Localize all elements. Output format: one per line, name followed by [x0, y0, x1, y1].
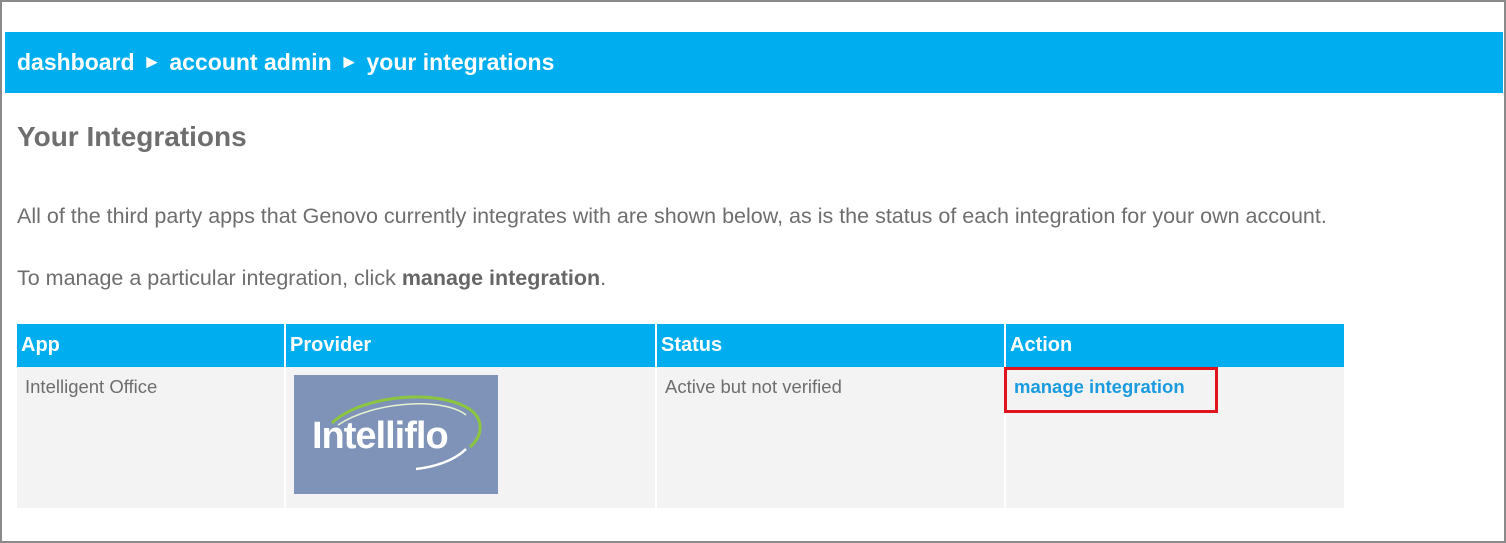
page-title: Your Integrations — [17, 121, 247, 152]
breadcrumb-dashboard[interactable]: dashboard — [17, 49, 135, 76]
header-status: Status — [656, 324, 1006, 367]
cell-app: Intelligent Office — [17, 367, 286, 508]
breadcrumb-account-admin[interactable]: account admin — [169, 49, 331, 76]
table-header-row: App Provider Status Action — [17, 324, 1344, 367]
breadcrumb-your-integrations: your integrations — [366, 49, 555, 75]
integrations-table: App Provider Status Action Intelligent O… — [17, 324, 1344, 508]
instruction-text: To manage a particular integration, clic… — [17, 266, 606, 291]
instruction-suffix: . — [600, 266, 607, 290]
triangle-right-icon: ► — [339, 52, 359, 73]
intro-text: All of the third party apps that Genovo … — [17, 204, 1327, 228]
header-provider: Provider — [285, 324, 657, 367]
cell-status: Active but not verified — [656, 367, 1006, 508]
table-row: Intelligent Office Intelliflo Active but… — [17, 367, 1344, 508]
logo-text: Intelliflo — [312, 415, 449, 457]
instruction-bold: manage integration — [401, 266, 601, 290]
header-action: Action — [1005, 324, 1344, 367]
screenshot-frame: dashboard ► account admin ► your integra… — [0, 0, 1506, 543]
manage-integration-link[interactable]: manage integration — [1014, 376, 1185, 398]
breadcrumb: dashboard ► account admin ► your integra… — [5, 32, 1503, 93]
cell-provider: Intelliflo — [285, 367, 657, 508]
instruction-prefix: To manage a particular integration, clic… — [17, 266, 402, 290]
triangle-right-icon: ► — [142, 52, 162, 73]
intelliflo-logo: Intelliflo — [294, 375, 498, 494]
header-app: App — [17, 324, 286, 367]
cell-action: manage integration — [1004, 367, 1344, 508]
